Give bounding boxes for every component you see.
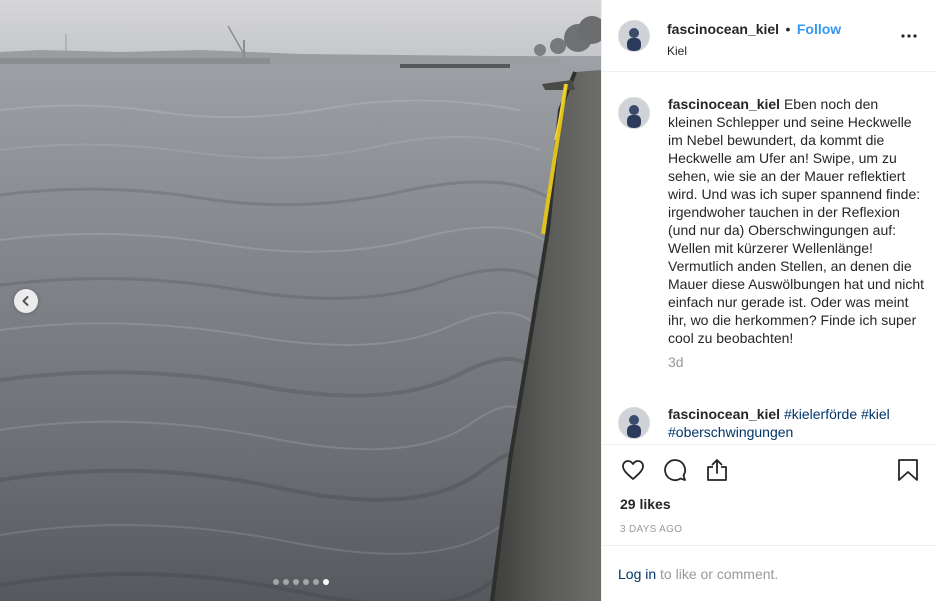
hashtag-link[interactable]: #oberschwingungen xyxy=(668,424,793,440)
post-header: fascinocean_kiel • Follow Kiel xyxy=(602,0,937,72)
comment-username[interactable]: fascinocean_kiel xyxy=(668,406,780,422)
chevron-left-icon xyxy=(22,296,29,306)
carousel-prev-button[interactable] xyxy=(14,289,38,313)
caption-age[interactable]: 3d xyxy=(668,353,925,371)
hashtag-link[interactable]: #kielerförde xyxy=(784,406,857,422)
login-link[interactable]: Log in xyxy=(618,566,656,582)
carousel-indicator xyxy=(0,579,601,585)
login-prompt: Log in to like or comment. xyxy=(602,545,937,601)
header-names: fascinocean_kiel • Follow Kiel xyxy=(667,21,841,58)
separator-dot: • xyxy=(785,21,791,37)
follow-button[interactable]: Follow xyxy=(797,21,841,37)
carousel-dot xyxy=(292,579,299,585)
action-bar: 29 likes 3 DAYS AGO xyxy=(602,444,937,545)
avatar[interactable] xyxy=(618,20,650,52)
carousel-dot xyxy=(282,579,289,585)
hashtag-link[interactable]: #kiel xyxy=(861,406,890,422)
action-icons xyxy=(620,457,730,483)
post-date[interactable]: 3 DAYS AGO xyxy=(620,524,682,535)
hashtag-comment: fascinocean_kiel #kielerförde #kiel #obe… xyxy=(602,405,937,441)
like-button[interactable] xyxy=(620,457,646,483)
carousel-dot xyxy=(272,579,279,585)
location-link[interactable]: Kiel xyxy=(667,44,841,58)
comment-icon xyxy=(664,459,686,481)
heart-icon xyxy=(622,460,644,480)
bookmark-icon xyxy=(898,459,918,481)
avatar[interactable] xyxy=(618,407,650,439)
caption-body: Eben noch den kleinen Schlepper und sein… xyxy=(668,96,925,346)
profile-photo xyxy=(619,98,649,128)
carousel-dot xyxy=(302,579,309,585)
carousel-dot xyxy=(322,579,329,585)
likes-count[interactable]: 29 likes xyxy=(620,496,671,512)
comments-list[interactable]: fascinocean_kiel Eben noch den kleinen S… xyxy=(602,72,937,444)
share-icon xyxy=(707,459,727,481)
login-prompt-text: to like or comment. xyxy=(656,566,779,582)
username-link[interactable]: fascinocean_kiel xyxy=(667,21,779,37)
more-options-icon xyxy=(901,34,917,38)
harbor-photo xyxy=(0,0,601,601)
share-button[interactable] xyxy=(704,457,730,483)
instagram-post-modal: fascinocean_kiel • Follow Kiel fascinoce… xyxy=(0,0,937,601)
save-button[interactable] xyxy=(895,457,921,483)
profile-photo xyxy=(619,408,649,438)
post-photo[interactable] xyxy=(0,0,601,601)
hashtag-comment-text: fascinocean_kiel #kielerförde #kiel #obe… xyxy=(668,405,925,441)
avatar[interactable] xyxy=(618,97,650,129)
caption-comment: fascinocean_kiel Eben noch den kleinen S… xyxy=(602,95,937,371)
profile-photo xyxy=(619,21,649,51)
carousel-dot xyxy=(312,579,319,585)
caption-text: fascinocean_kiel Eben noch den kleinen S… xyxy=(668,95,925,347)
post-sidebar: fascinocean_kiel • Follow Kiel fascinoce… xyxy=(601,0,937,601)
comment-button[interactable] xyxy=(662,457,688,483)
caption-username[interactable]: fascinocean_kiel xyxy=(668,96,780,112)
more-options-button[interactable] xyxy=(899,26,919,46)
